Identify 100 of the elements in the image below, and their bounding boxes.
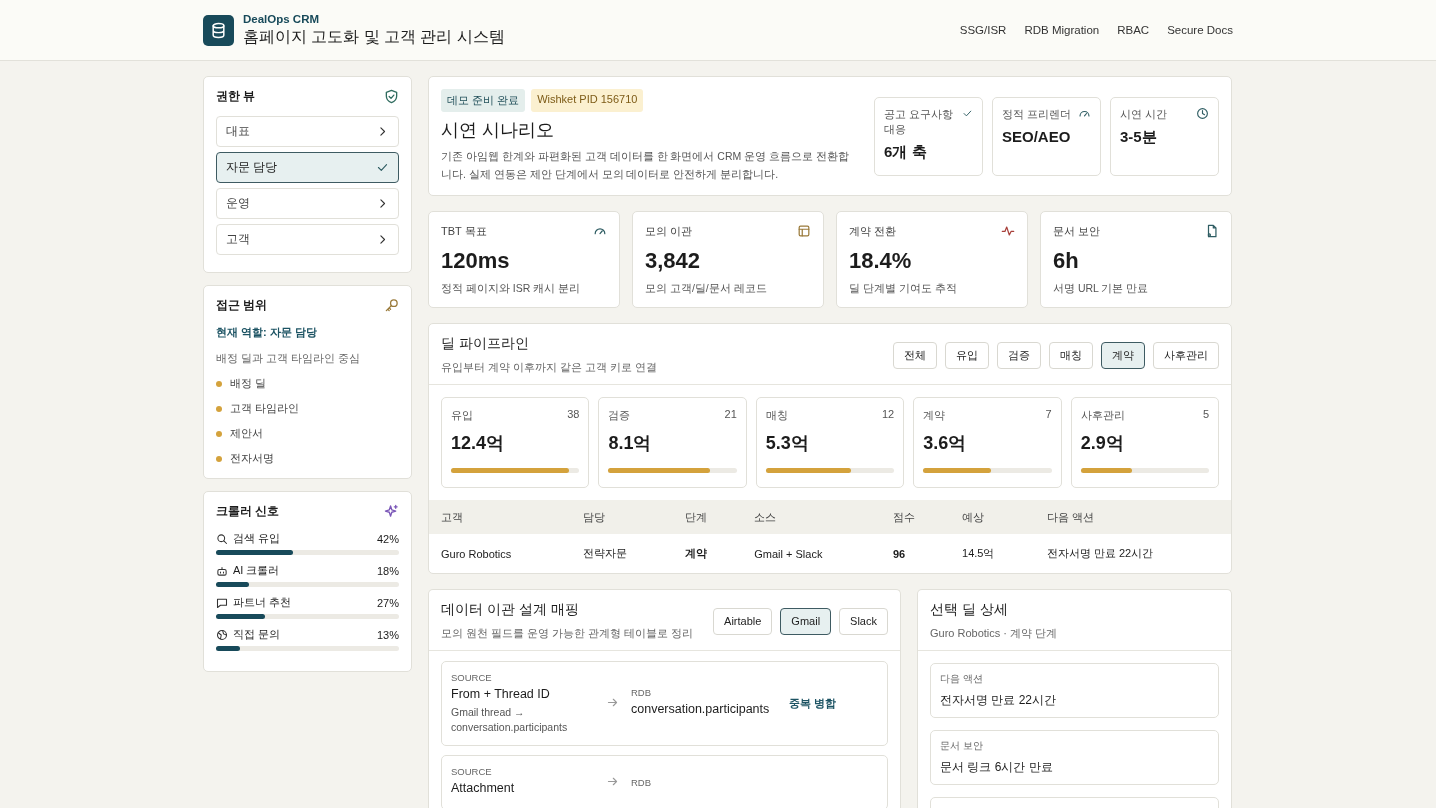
detail-value: 문서 링크 6시간 만료 [940,759,1054,776]
table-cell: 전자서명 만료 22시간 [1034,534,1231,573]
metric-note: 서명 URL 기본 만료 [1053,282,1150,296]
section-title: 선택 딜 상세 [930,601,1009,619]
filter-button[interactable]: 사후관리 [1153,341,1219,369]
filter-button[interactable]: 유입 [945,341,989,369]
field-label: SOURCE [451,672,493,683]
column-header: 점수 [880,500,951,534]
metric-label: 계약 전환 [849,224,897,239]
scope-item: 전자서명 [230,451,274,466]
column-header: 소스 [742,500,881,534]
panel-title: 접근 범위 [216,298,268,313]
table-cell: Guro Robotics [429,534,571,573]
fact-label: 공고 요구사항 대응 [884,107,954,137]
metric-label: 모의 이관 [645,224,693,239]
fact-label: 정적 프리렌더 [1002,107,1071,122]
table-cell: 96 [880,534,951,573]
fact-value: SEO/AEO [1002,128,1072,145]
key-icon [384,298,399,313]
nav-link[interactable]: RBAC [1117,24,1150,36]
globe-icon [216,628,228,641]
table-icon [797,224,811,238]
filter-button[interactable]: 계약 [1101,341,1145,369]
stage-count: 38 [567,408,580,422]
page-title: 홈페이지 고도화 및 고객 관리 시스템 [243,26,505,47]
search-icon [216,532,228,545]
bullet-dot [216,430,222,437]
source-field: From + Thread ID [451,687,606,701]
detail-label: 다음 액션 [940,673,984,686]
scope-item: 제안서 [230,426,263,441]
stage-name: 사후관리 [1080,408,1125,423]
detail-value: 전자서명 만료 22시간 [940,692,1057,709]
filter-button[interactable]: 검증 [997,341,1041,369]
role-option[interactable]: 대표 [216,116,399,147]
stage-amount: 8.1억 [608,432,653,455]
table-cell: 계약 [673,534,743,573]
role-option[interactable]: 고객 [216,224,399,255]
filter-button[interactable]: 매칭 [1049,341,1093,369]
source-button[interactable]: Airtable [713,607,773,635]
field-label: RDB [631,687,653,698]
stage-count: 5 [1202,408,1210,422]
source-button[interactable]: Slack [839,607,888,635]
signal-label: 직접 문의 [233,627,281,642]
metric-value: 18.4% [849,248,913,274]
stage-count: 21 [724,408,737,422]
signal-value: 13% [376,628,399,641]
stage-name: 매칭 [765,408,788,423]
metric-note: 모의 고객/딜/문서 레코드 [645,282,768,296]
role-option[interactable]: 자문 담당 [216,152,399,183]
column-header: 다음 액션 [1034,500,1231,534]
filter-button[interactable]: 전체 [893,341,937,369]
field-label: SOURCE [451,766,493,777]
table-cell: Gmail + Slack [742,534,881,573]
panel-title: 크롤러 신호 [216,504,280,519]
stage-amount: 5.3억 [765,432,810,455]
signal-value: 27% [376,596,399,609]
section-title: 데이터 이관 설계 매핑 [441,601,580,619]
nav-link[interactable]: SSG/ISR [959,24,1007,36]
bullet-dot [216,405,222,412]
fact-label: 시연 시간 [1120,107,1167,122]
target-field: conversation.participants [631,702,789,716]
shield-check-icon [384,89,399,104]
source-field: Attachment [451,781,606,795]
metric-value: 120ms [441,248,511,274]
metric-value: 3,842 [645,248,702,274]
section-title: 시연 시나리오 [441,119,555,142]
section-subtitle: 모의 원천 필드를 운영 가능한 관계형 테이블로 정리 [441,626,694,641]
chat-icon [216,596,228,609]
nav-link[interactable]: RDB Migration [1024,24,1100,36]
clock-icon [1196,107,1209,120]
source-button[interactable]: Gmail [780,607,832,635]
role-option[interactable]: 운영 [216,188,399,219]
stage-count: 7 [1045,408,1052,422]
section-subtitle: 유입부터 계약 이후까지 같은 고객 키로 연결 [441,360,658,375]
signal-label: 검색 유입 [233,531,281,546]
status-tag: Wishket PID 156710 [531,89,644,112]
stage-amount: 3.6억 [923,432,968,455]
scenario-description: 기존 아임웹 한계와 파편화된 고객 데이터를 한 화면에서 CRM 운영 흐름으로 전환합니다. 실제 연동은 제안 단계에서 모의 데이터로 안전하게 분리합니다. [441,149,850,182]
field-label: RDB [631,777,653,788]
table-cell: 전략자문 [570,534,674,573]
signal-label: 파트너 추천 [233,595,292,610]
stage-name: 검증 [608,408,631,423]
panel-title: 권한 뷰 [216,89,256,104]
status-tag: 데모 준비 완료 [441,89,526,112]
metric-note: 정적 페이지와 ISR 캐시 분리 [441,282,582,296]
section-title: 딜 파이프라인 [441,335,530,353]
sparkle-icon [384,504,399,519]
nav-link[interactable]: Secure Docs [1167,24,1233,36]
metric-label: TBT 목표 [441,224,487,239]
database-icon [210,21,227,39]
scope-item: 고객 타임라인 [230,401,300,416]
column-header: 예상 [950,500,1035,534]
stage-count: 12 [881,408,895,422]
pulse-icon [1001,224,1015,238]
signal-value: 18% [376,564,399,577]
stage-name: 계약 [923,408,946,423]
check-icon [376,161,389,174]
metric-value: 6h [1053,248,1080,274]
fact-value: 6개 축 [884,143,928,162]
document-icon [1205,224,1219,238]
